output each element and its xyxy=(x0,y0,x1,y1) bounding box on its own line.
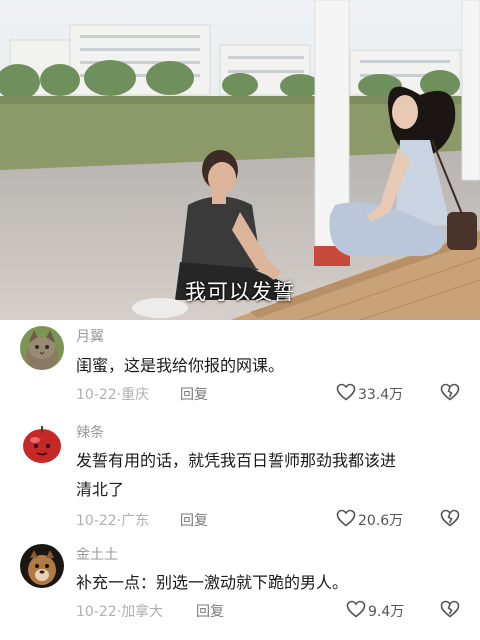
comment-text: 补充一点：别选一激动就下跪的男人。 xyxy=(76,568,456,597)
dislike-button[interactable] xyxy=(440,383,460,405)
dislike-button[interactable] xyxy=(440,509,460,531)
reply-button[interactable]: 回复 xyxy=(180,510,208,530)
comment-item: 金土土 补充一点：别选一激动就下跪的男人。 10-22·加拿大 回复 9.4万 xyxy=(0,544,480,640)
comment-text-line: 清北了 xyxy=(76,480,125,499)
broken-heart-icon xyxy=(440,509,460,531)
comment-date: 10-22 xyxy=(76,604,117,620)
comment-text-line: 发誓有用的话，就凭我百日誓师那劲我都该进 xyxy=(76,451,397,470)
apple-avatar[interactable] xyxy=(20,422,64,466)
comment-text-line: 补充一点：别选一激动就下跪的男人。 xyxy=(76,573,349,592)
like-button[interactable]: 9.4万 xyxy=(346,600,404,622)
dislike-button[interactable] xyxy=(440,600,460,622)
comment-username[interactable]: 月翼 xyxy=(76,326,104,346)
comment-item: 月翼 闺蜜，这是我给你报的网课。 10-22·重庆 回复 33.4万 xyxy=(0,320,480,416)
like-button[interactable]: 20.6万 xyxy=(336,509,403,531)
like-count: 20.6万 xyxy=(358,513,404,529)
comment-date: 10-22 xyxy=(76,513,117,529)
like-count: 33.4万 xyxy=(358,387,404,403)
comment-username[interactable]: 辣条 xyxy=(76,422,104,442)
broken-heart-icon xyxy=(440,383,460,405)
broken-heart-icon xyxy=(440,600,460,622)
comment-location: 加拿大 xyxy=(121,604,164,620)
comment-date: 10-22 xyxy=(76,387,117,403)
comment-meta: 10-22·加拿大 xyxy=(76,604,164,620)
animal-avatar[interactable] xyxy=(20,544,64,588)
reply-button[interactable]: 回复 xyxy=(180,384,208,404)
comment-text: 发誓有用的话，就凭我百日誓师那劲我都该进 清北了 xyxy=(76,446,456,504)
video-subtitle: 我可以发誓 xyxy=(185,280,295,304)
scene-illustration xyxy=(0,0,480,320)
video-still[interactable]: 我可以发誓 xyxy=(0,0,480,320)
like-count: 9.4万 xyxy=(368,604,405,620)
cat-avatar[interactable] xyxy=(20,326,64,370)
comment-text-line: 闺蜜，这是我给你报的网课。 xyxy=(76,356,285,375)
comment-text: 闺蜜，这是我给你报的网课。 xyxy=(76,351,456,380)
comment-username[interactable]: 金土土 xyxy=(76,544,118,564)
heart-outline-icon xyxy=(336,509,358,531)
comment-meta: 10-22·广东 xyxy=(76,513,150,529)
heart-outline-icon xyxy=(346,600,368,622)
comment-location: 广东 xyxy=(121,513,150,529)
comment-meta: 10-22·重庆 xyxy=(76,387,150,403)
comment-item: 辣条 发誓有用的话，就凭我百日誓师那劲我都该进 清北了 10-22·广东 回复 … xyxy=(0,420,480,538)
heart-outline-icon xyxy=(336,383,358,405)
comment-location: 重庆 xyxy=(121,387,150,403)
reply-button[interactable]: 回复 xyxy=(196,601,224,621)
like-button[interactable]: 33.4万 xyxy=(336,383,403,405)
